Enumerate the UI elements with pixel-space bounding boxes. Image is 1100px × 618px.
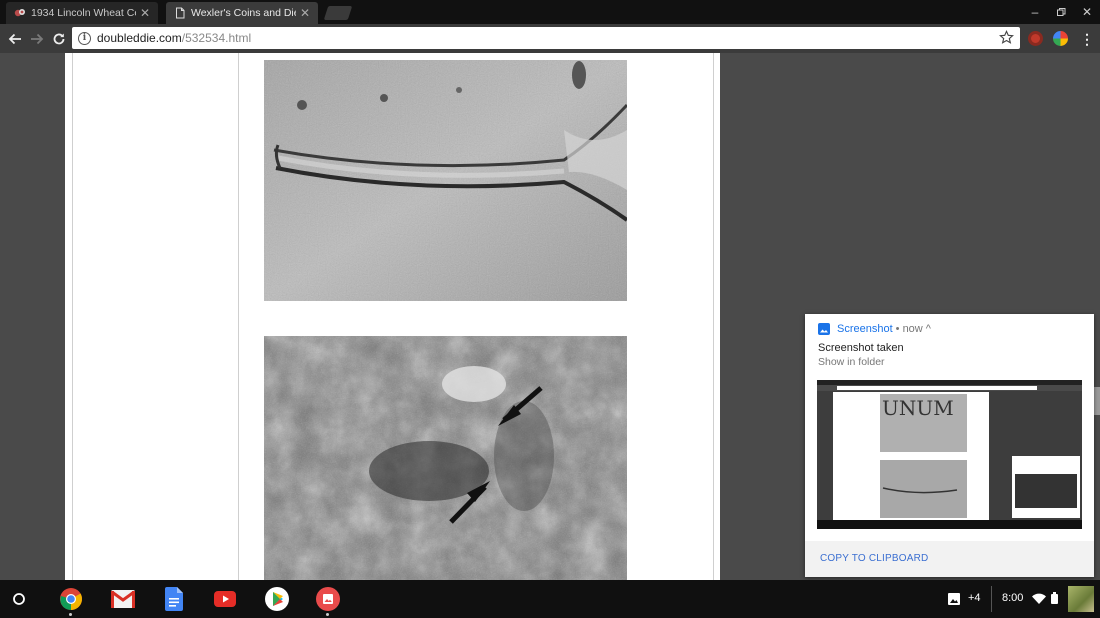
- tab-wexlers-coins[interactable]: Wexler's Coins and Die V ✕: [166, 2, 318, 24]
- gmail-icon[interactable]: [109, 585, 137, 613]
- screenshot-icon: [818, 323, 830, 335]
- extension-sync-icon[interactable]: [1053, 31, 1068, 46]
- extension-record-icon[interactable]: [1028, 31, 1043, 46]
- tray-separator: [991, 586, 992, 612]
- launcher-button[interactable]: [5, 585, 33, 613]
- page-body: [65, 53, 720, 580]
- screenshot-app-icon[interactable]: [314, 585, 342, 616]
- column-divider: [238, 53, 239, 580]
- notification-actions: COPY TO CLIPBOARD: [805, 541, 1094, 577]
- reload-icon: [53, 33, 65, 45]
- tab-title: 1934 Lincoln Wheat Cen: [31, 7, 136, 19]
- coin-closeup-photo: [264, 60, 627, 301]
- url-path: /532534.html: [181, 31, 252, 45]
- menu-kebab-icon[interactable]: ⋮: [1076, 28, 1098, 50]
- play-store-icon[interactable]: [263, 585, 291, 613]
- tab-lincoln-wheat[interactable]: 1934 Lincoln Wheat Cen ✕: [6, 2, 158, 24]
- launcher-circle-icon: [13, 593, 25, 605]
- new-tab-button[interactable]: [323, 6, 353, 20]
- url-host: doubleddie.com: [97, 31, 182, 45]
- column-divider: [72, 53, 73, 580]
- tab-title: Wexler's Coins and Die V: [191, 7, 296, 19]
- restore-icon[interactable]: [1052, 3, 1070, 21]
- browser-toolbar: i doubleddie.com/532534.html ⋮: [0, 24, 1100, 53]
- avatar[interactable]: [1068, 586, 1094, 612]
- address-bar[interactable]: i doubleddie.com/532534.html: [72, 27, 1020, 49]
- show-in-folder-link[interactable]: Show in folder: [818, 356, 885, 368]
- tab-strip: 1934 Lincoln Wheat Cen ✕ Wexler's Coins …: [0, 0, 1100, 24]
- forward-arrow-icon: [31, 33, 44, 45]
- chromeos-screen: 1934 Lincoln Wheat Cen ✕ Wexler's Coins …: [0, 0, 1100, 618]
- chrome-icon[interactable]: [57, 585, 85, 616]
- screenshot-notification[interactable]: Screenshot • now ^ Screenshot taken Show…: [805, 314, 1094, 577]
- column-divider: [713, 53, 714, 580]
- close-window-icon[interactable]: ✕: [1078, 3, 1096, 21]
- image-notification-icon: [948, 593, 960, 605]
- running-indicator: [326, 613, 329, 616]
- youtube-icon[interactable]: [211, 585, 239, 613]
- docs-icon[interactable]: [160, 585, 188, 613]
- clock: 8:00: [1002, 592, 1024, 604]
- back-button[interactable]: [4, 28, 26, 50]
- coin-favicon-icon: [14, 9, 25, 17]
- wifi-icon: [1032, 593, 1046, 604]
- reload-button[interactable]: [48, 28, 70, 50]
- notification-header: Screenshot • now ^: [818, 323, 931, 335]
- scrollbar-thumb[interactable]: [1093, 387, 1100, 415]
- info-icon[interactable]: i: [78, 31, 91, 45]
- notification-count: +4: [968, 592, 981, 604]
- notification-time[interactable]: • now ^: [896, 323, 931, 335]
- screenshot-thumbnail[interactable]: UNUM: [817, 380, 1082, 529]
- bookmark-star-icon[interactable]: [999, 30, 1014, 45]
- copy-to-clipboard-button[interactable]: COPY TO CLIPBOARD: [820, 553, 928, 564]
- running-indicator: [69, 613, 72, 616]
- thumbnail-unum-text: UNUM: [882, 396, 954, 420]
- status-tray[interactable]: +4 8:00: [940, 580, 1100, 618]
- page-favicon-icon: [176, 7, 185, 19]
- notification-title: Screenshot taken: [818, 342, 904, 354]
- close-tab-icon[interactable]: ✕: [300, 6, 310, 20]
- close-tab-icon[interactable]: ✕: [140, 6, 150, 20]
- notification-app-name: Screenshot: [837, 323, 893, 335]
- coin-die-detail-photo: [264, 336, 627, 580]
- chromeos-shelf: +4 8:00: [0, 580, 1100, 618]
- minimize-icon[interactable]: –: [1026, 3, 1044, 21]
- battery-icon: [1051, 592, 1058, 604]
- back-arrow-icon: [8, 33, 21, 45]
- forward-button[interactable]: [26, 28, 48, 50]
